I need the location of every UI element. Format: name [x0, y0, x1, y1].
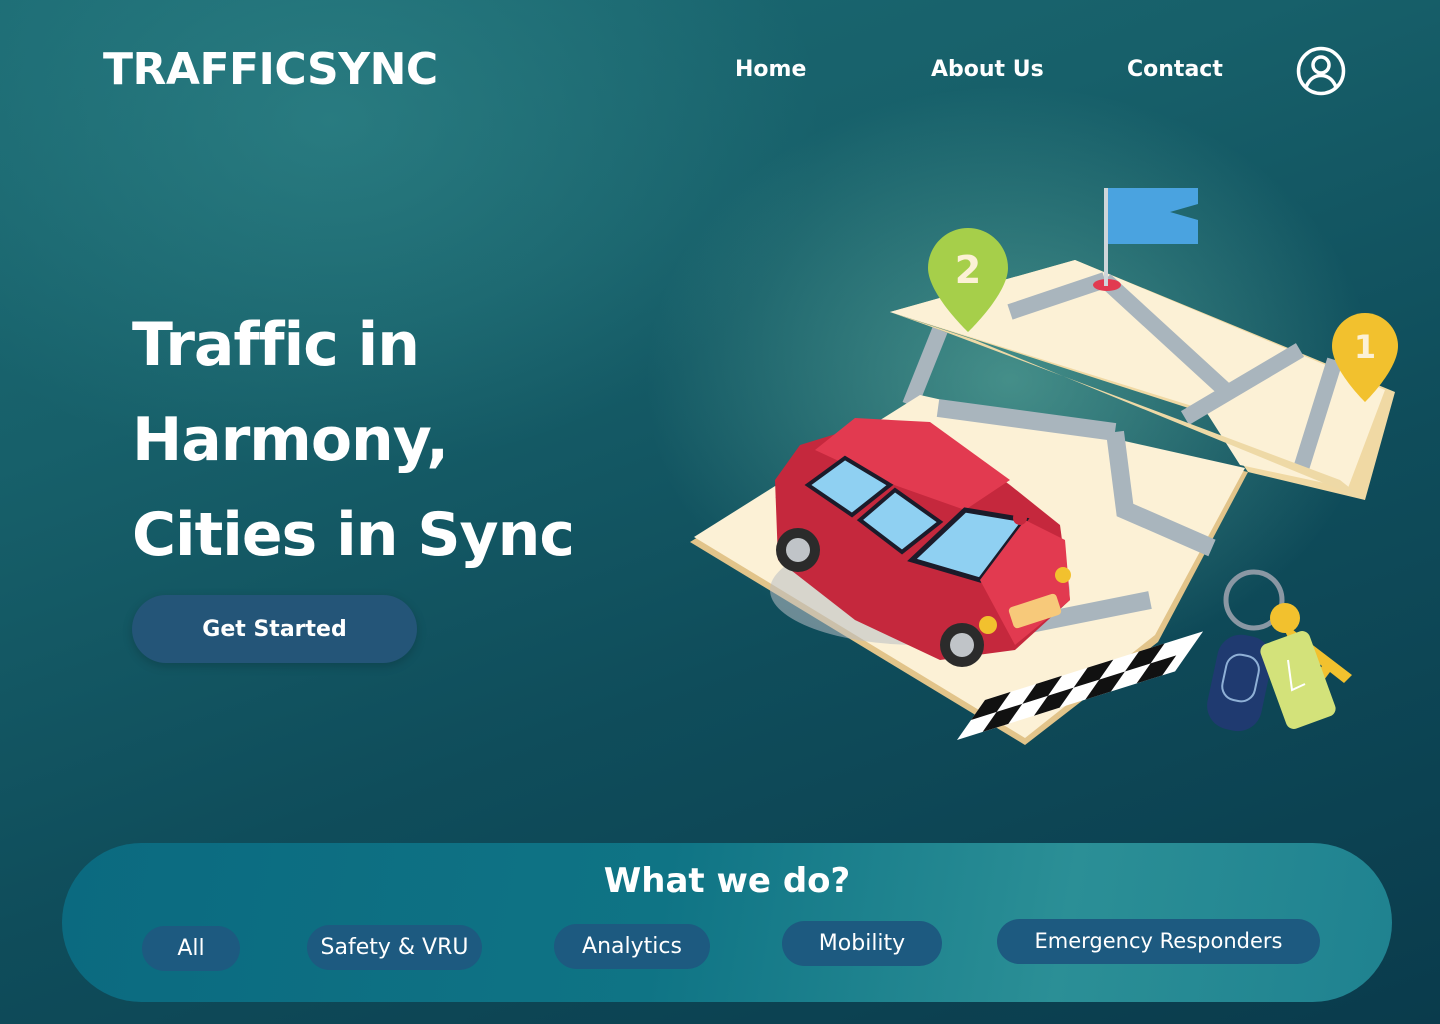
hero-title-line-3: Cities in Sync	[132, 500, 575, 570]
what-we-do-panel: What we do? All Safety & VRU Analytics M…	[62, 843, 1392, 1002]
filter-safety-vru-button[interactable]: Safety & VRU	[307, 925, 482, 970]
filter-emergency-responders-button[interactable]: Emergency Responders	[997, 919, 1320, 964]
nav-contact-link[interactable]: Contact	[1127, 54, 1223, 86]
what-we-do-title: What we do?	[603, 861, 851, 901]
nav-about-link[interactable]: About Us	[931, 54, 1044, 86]
hero-title-line-2: Harmony,	[132, 405, 449, 475]
pin-2-number: 2	[955, 248, 981, 292]
nav-home-link[interactable]: Home	[735, 54, 806, 86]
filter-all-button[interactable]: All	[142, 926, 240, 971]
pin-1-number: 1	[1354, 328, 1376, 366]
hero-title-line-1: Traffic in	[132, 310, 420, 380]
user-circle-icon	[1296, 46, 1346, 96]
site-logo[interactable]: TRAFFICSYNC	[103, 40, 438, 100]
map-car-illustration: 2 1	[690, 188, 1398, 745]
filter-analytics-button[interactable]: Analytics	[554, 924, 710, 969]
get-started-button[interactable]: Get Started	[132, 595, 417, 663]
filter-mobility-button[interactable]: Mobility	[782, 921, 942, 966]
hero-title: Traffic in Harmony, Cities in Sync	[132, 298, 652, 583]
car-keys-icon	[1207, 569, 1352, 732]
user-account-icon[interactable]	[1296, 46, 1346, 96]
